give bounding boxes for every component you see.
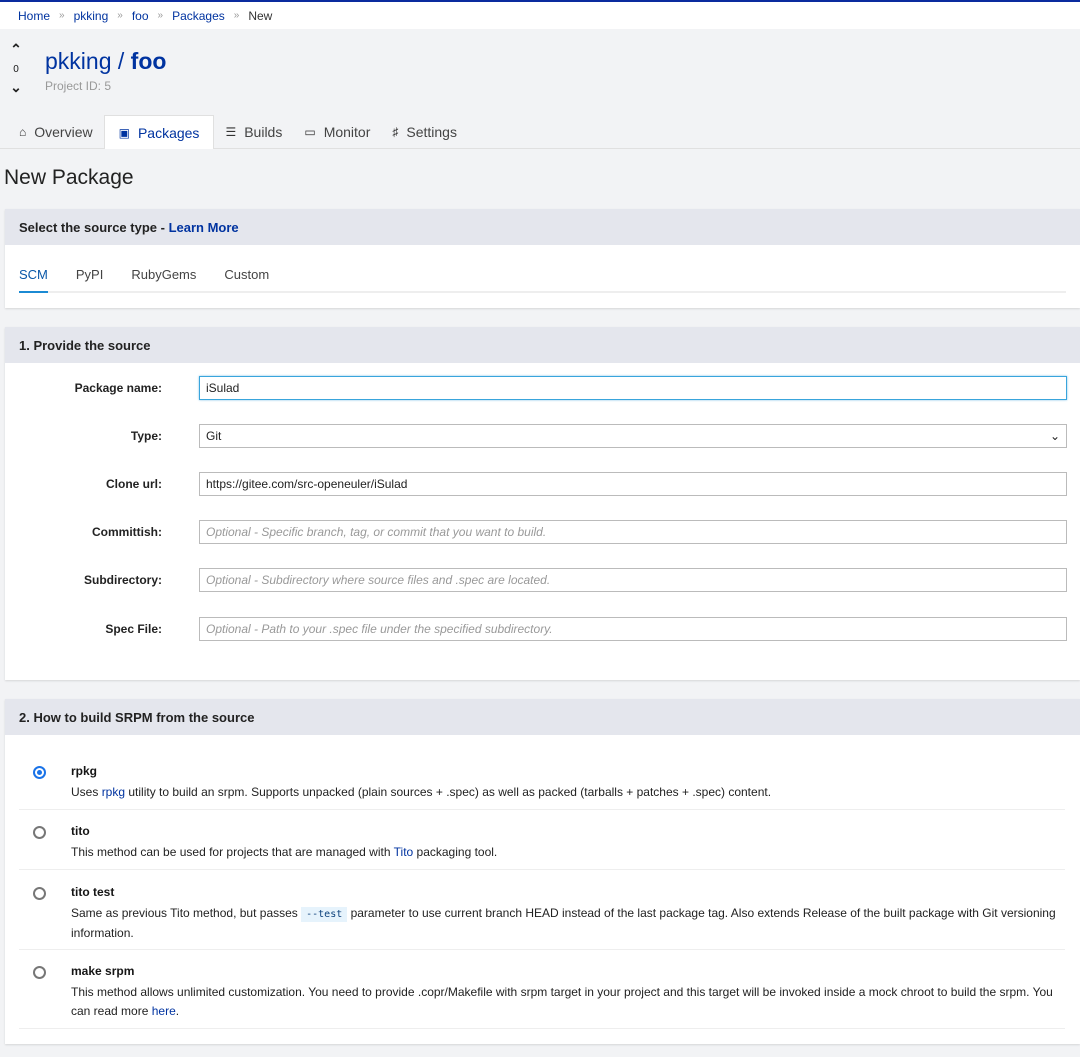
method-description: Uses rpkg utility to build an srpm. Supp… (71, 785, 772, 799)
breadcrumb-home[interactable]: Home (18, 9, 50, 23)
field-label: Subdirectory: (83, 573, 162, 587)
breadcrumb-separator: » (59, 10, 65, 21)
vote-count: 0 (13, 64, 19, 75)
method-description: This method can be used for projects tha… (71, 845, 498, 859)
project-tabs: ⌂ Overview ▣ Packages ☰ Builds ▭ Monitor ♯ Se… (0, 115, 1080, 149)
breadcrumb-packages[interactable]: Packages (172, 9, 225, 23)
panel-heading: Select the source type - Learn More (5, 209, 1080, 245)
subdirectory-input[interactable] (199, 568, 1067, 592)
breadcrumb: Home » pkking » foo » Packages » New (0, 2, 1080, 29)
method-title: tito test (71, 885, 115, 899)
chevron-down-icon: ⌄ (1049, 429, 1060, 443)
tab-monitor[interactable]: ▭ Monitor (293, 115, 381, 149)
monitor-icon: ▭ (304, 125, 316, 139)
type-row: Type: Git ⌄ (5, 424, 1080, 448)
method-description: This method allows unlimited customizati… (71, 985, 1053, 1018)
learn-more-link[interactable]: Learn More (169, 220, 239, 235)
project-title: pkking / foo (45, 48, 167, 74)
type-select-value: Git (206, 429, 222, 443)
radio-tito[interactable] (33, 826, 46, 839)
tab-label: Packages (137, 124, 200, 141)
tab-label: Settings (406, 124, 457, 140)
list-icon: ☰ (225, 125, 237, 139)
spec-file-input[interactable] (199, 617, 1067, 641)
sliders-icon: ♯ (392, 125, 399, 139)
method-title: rpkg (71, 764, 98, 778)
spec-file-row: Spec File: (5, 617, 1080, 641)
breadcrumb-owner[interactable]: pkking (74, 9, 109, 23)
method-title: make srpm (71, 964, 135, 978)
vote-widget: ⌃ 0 ⌄ (8, 42, 24, 94)
source-tab-scm[interactable]: SCM (19, 267, 48, 293)
radio-tito-test[interactable] (33, 887, 46, 900)
tab-settings[interactable]: ♯ Settings (381, 115, 468, 149)
field-label: Package name: (74, 381, 162, 395)
tab-label: Builds (244, 124, 283, 140)
method-tito[interactable]: tito This method can be used for project… (19, 824, 1065, 870)
read-more-link[interactable]: here (152, 1004, 176, 1018)
source-tab-pypi[interactable]: PyPI (76, 267, 103, 291)
method-title: tito (71, 824, 90, 838)
panel-heading: 1. Provide the source (5, 327, 1080, 363)
method-description: Same as previous Tito method, but passes… (71, 906, 1056, 940)
subdirectory-row: Subdirectory: (5, 568, 1080, 592)
tab-packages[interactable]: ▣ Packages (103, 115, 215, 149)
tito-link[interactable]: Tito (394, 845, 414, 859)
source-type-panel: Select the source type - Learn More SCM … (5, 209, 1080, 308)
breadcrumb-current: New (248, 8, 273, 23)
archive-icon: ▣ (118, 125, 130, 140)
committish-row: Committish: (5, 520, 1080, 544)
method-tito-test[interactable]: tito test Same as previous Tito method, … (19, 885, 1065, 950)
breadcrumb-separator: » (157, 10, 164, 21)
method-rpkg[interactable]: rpkg Uses rpkg utility to build an srpm.… (19, 764, 1065, 810)
tab-label: Monitor (323, 124, 371, 140)
field-label: Clone url: (106, 477, 162, 491)
build-method-panel: 2. How to build SRPM from the source rpk… (5, 699, 1080, 1044)
clone-url-row: Clone url: (5, 472, 1080, 496)
package-name-row: Package name: (5, 376, 1080, 400)
project-owner-link[interactable]: pkking (45, 48, 111, 74)
tab-builds[interactable]: ☰ Builds (214, 115, 293, 149)
panel-heading: 2. How to build SRPM from the source (5, 699, 1080, 735)
radio-rpkg[interactable] (33, 766, 46, 779)
source-type-tabs: SCM PyPI RubyGems Custom (19, 245, 1066, 293)
tab-overview[interactable]: ⌂ Overview (8, 115, 104, 149)
provide-source-panel: 1. Provide the source Package name: Type… (5, 327, 1080, 680)
test-flag-code: --test (301, 907, 348, 922)
project-name-link[interactable]: foo (131, 48, 167, 74)
type-select[interactable]: Git ⌄ (199, 424, 1067, 448)
source-tab-rubygems[interactable]: RubyGems (131, 267, 196, 291)
field-label: Committish: (92, 525, 162, 539)
radio-make-srpm[interactable] (33, 966, 46, 979)
home-icon: ⌂ (19, 125, 27, 139)
rpkg-link[interactable]: rpkg (102, 785, 125, 799)
project-id: Project ID: 5 (45, 79, 112, 93)
downvote-chevron-down-icon[interactable]: ⌄ (8, 80, 24, 94)
project-header: ⌃ 0 ⌄ pkking / foo Project ID: 5 (0, 29, 1080, 121)
panel-heading-text: Select the source type - (19, 220, 169, 235)
committish-input[interactable] (199, 520, 1067, 544)
source-tab-custom[interactable]: Custom (224, 267, 269, 291)
clone-url-input[interactable] (199, 472, 1067, 496)
breadcrumb-separator: » (117, 10, 123, 21)
field-label: Type: (130, 429, 162, 443)
breadcrumb-separator: » (233, 10, 240, 21)
field-label: Spec File: (105, 622, 162, 636)
tab-label: Overview (34, 124, 93, 140)
upvote-chevron-up-icon[interactable]: ⌃ (8, 42, 24, 56)
method-make-srpm[interactable]: make srpm This method allows unlimited c… (19, 964, 1065, 1029)
breadcrumb-project[interactable]: foo (132, 9, 149, 23)
package-name-input[interactable] (199, 376, 1067, 400)
page-title: New Package (4, 166, 134, 189)
